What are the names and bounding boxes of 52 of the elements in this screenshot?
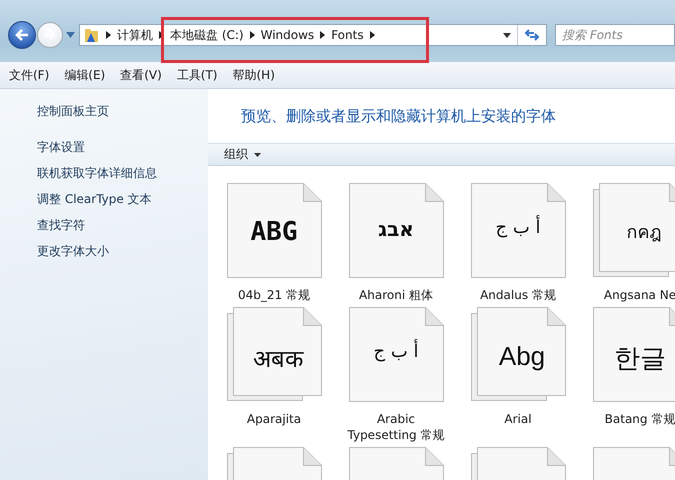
- refresh-icon[interactable]: [524, 28, 540, 42]
- caret-icon: [254, 152, 261, 156]
- font-sample: אבג: [378, 217, 414, 241]
- font-sample: अबक: [253, 344, 303, 374]
- page-title: 预览、删除或者显示和隐藏计算机上安装的字体: [240, 106, 557, 125]
- font-name[interactable]: Arabic Typesetting 常规: [341, 411, 451, 443]
- back-arrow-icon: [14, 28, 30, 42]
- sidebar-link[interactable]: 字体设置: [37, 139, 85, 156]
- chevron-icon[interactable]: [106, 31, 111, 39]
- breadcrumb[interactable]: 计算机: [117, 26, 153, 44]
- font-name[interactable]: Batang 常规: [585, 411, 675, 427]
- search-field[interactable]: 搜索 Fonts: [555, 24, 675, 46]
- font-name[interactable]: Angsana Ne: [604, 287, 675, 303]
- breadcrumb[interactable]: 本地磁盘 (C:): [170, 26, 244, 44]
- breadcrumb[interactable]: Fonts: [331, 28, 364, 42]
- sidebar-link[interactable]: 联机获取字体详细信息: [37, 165, 157, 182]
- font-file-icon[interactable]: [226, 183, 322, 278]
- font-sample: ABG: [250, 217, 298, 247]
- font-file-icon[interactable]: [592, 307, 675, 402]
- font-name[interactable]: Aharoni 粗体: [341, 287, 451, 303]
- menu-item[interactable]: 工具(T): [176, 66, 218, 84]
- breadcrumb[interactable]: Windows: [260, 28, 314, 42]
- font-file-icon[interactable]: [348, 183, 444, 278]
- font-file-stack-icon[interactable]: [470, 307, 566, 402]
- chevron-icon[interactable]: [159, 31, 164, 39]
- chevron-icon[interactable]: [370, 31, 375, 39]
- chevron-icon[interactable]: [320, 31, 326, 39]
- menu-item[interactable]: 编辑(E): [64, 66, 106, 84]
- menu-item[interactable]: 帮助(H): [232, 66, 275, 84]
- font-name[interactable]: Arial: [463, 411, 573, 427]
- back-button[interactable]: [8, 21, 36, 49]
- dropdown-caret-icon[interactable]: [503, 32, 511, 38]
- font-sample: Abg: [498, 341, 546, 372]
- menu-item[interactable]: 查看(V): [120, 66, 162, 84]
- font-name[interactable]: Aparajita: [219, 411, 329, 427]
- font-name[interactable]: 04b_21 常规: [219, 287, 329, 303]
- font-file-stack-icon[interactable]: [226, 307, 322, 402]
- organize-button[interactable]: 组织: [220, 144, 265, 165]
- sidebar-link[interactable]: 控制面板主页: [37, 103, 109, 120]
- font-sample: 한글: [614, 343, 666, 376]
- chevron-icon[interactable]: [250, 31, 255, 39]
- fonts-folder-icon: [84, 27, 100, 43]
- font-sample: กคฎ: [626, 221, 662, 245]
- font-sample: أ ب ج: [373, 341, 418, 362]
- sidebar-link[interactable]: 查找字符: [37, 217, 85, 234]
- caret-icon[interactable]: [66, 32, 75, 38]
- sidebar-link[interactable]: 更改字体大小: [37, 243, 109, 260]
- sidebar-link[interactable]: 调整 ClearType 文本: [37, 191, 152, 208]
- font-sample: أ ب ج: [495, 217, 540, 238]
- font-name[interactable]: Andalus 常规: [463, 287, 573, 303]
- address-bar[interactable]: 计算机 本地磁盘 (C:) Windows Fonts: [79, 24, 547, 46]
- menu-item[interactable]: 文件(F): [9, 66, 50, 84]
